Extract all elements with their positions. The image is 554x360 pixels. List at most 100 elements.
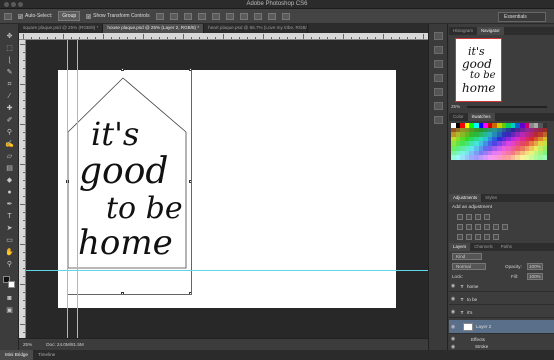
tab-layers[interactable]: Layers: [449, 243, 471, 251]
horizontal-ruler[interactable]: [19, 33, 428, 40]
photo-filter-icon[interactable]: [493, 224, 499, 230]
blend-mode-select[interactable]: Normal: [452, 263, 486, 270]
distribute-icon[interactable]: [239, 12, 248, 20]
swatches-grid[interactable]: [451, 123, 548, 160]
quick-select-tool-icon[interactable]: ✎: [5, 68, 14, 77]
artwork-text-home[interactable]: home: [78, 226, 173, 260]
zoom-level[interactable]: 25%: [23, 342, 32, 347]
visibility-eye-icon[interactable]: ◉: [449, 336, 457, 342]
clone-source-panel-icon[interactable]: [434, 116, 443, 124]
tab-paths[interactable]: Paths: [497, 243, 516, 251]
tab-channels[interactable]: Channels: [470, 243, 497, 251]
lasso-tool-icon[interactable]: ɭ: [5, 56, 14, 65]
workspace-switcher[interactable]: Essentials: [498, 12, 546, 22]
align-top-icon[interactable]: [155, 12, 164, 20]
guide-line[interactable]: [77, 40, 78, 338]
dodge-tool-icon[interactable]: ●: [5, 188, 14, 197]
guide-line[interactable]: [67, 40, 68, 338]
quick-mask-icon[interactable]: ◙: [5, 294, 14, 303]
path-selection-tool-icon[interactable]: ➤: [5, 224, 14, 233]
tab-histogram[interactable]: Histogram: [449, 27, 477, 35]
stroke-effect-label[interactable]: Stroke: [457, 344, 488, 349]
visibility-eye-icon[interactable]: ◉: [449, 296, 457, 302]
show-transform-option[interactable]: ✓ Show Transform Controls: [86, 13, 150, 19]
selective-color-icon[interactable]: [493, 234, 499, 240]
layer-row[interactable]: ◉ T home: [449, 281, 554, 292]
document-size[interactable]: Doc: 24.0M/81.5M: [46, 342, 84, 347]
threshold-icon[interactable]: [475, 234, 481, 240]
type-tool-icon[interactable]: T: [5, 212, 14, 221]
layer-name[interactable]: it's: [467, 310, 472, 315]
move-tool-preset-icon[interactable]: [4, 12, 12, 20]
tab-navigator[interactable]: Navigator: [477, 27, 504, 35]
pen-tool-icon[interactable]: ✒: [5, 200, 14, 209]
vibrance-icon[interactable]: [457, 224, 463, 230]
properties-panel-icon[interactable]: [434, 46, 443, 54]
brush-panel-icon[interactable]: [434, 102, 443, 110]
visibility-eye-icon[interactable]: ◉: [449, 283, 457, 289]
auto-align-icon[interactable]: [267, 12, 276, 20]
navigator-zoom-slider[interactable]: [467, 106, 547, 108]
auto-select-option[interactable]: ✓ Auto-Select:: [18, 13, 52, 19]
auto-select-checkbox[interactable]: ✓: [18, 13, 23, 19]
background-color-swatch[interactable]: [8, 281, 15, 288]
layer-effects-row[interactable]: ◉ Effects: [449, 335, 554, 343]
vertical-ruler[interactable]: [19, 40, 26, 338]
3d-mode-icon[interactable]: [281, 12, 290, 20]
align-middle-icon[interactable]: [169, 12, 178, 20]
screen-mode-icon[interactable]: ▣: [5, 306, 14, 315]
brush-tool-icon[interactable]: ✐: [5, 116, 14, 125]
document-tab[interactable]: square plaque.psd @ 25% (RGB/8) *: [19, 24, 104, 33]
channel-mixer-icon[interactable]: [502, 224, 508, 230]
layer-name[interactable]: home: [467, 284, 479, 289]
document-tab[interactable]: heart plaque.psd @ 66.7% (Love my tribe,…: [204, 24, 309, 33]
distribute-horizontal-icon[interactable]: [253, 12, 262, 20]
layer-filter-kind[interactable]: Kind: [452, 253, 482, 260]
effects-label[interactable]: Effects: [457, 337, 485, 342]
transform-handle[interactable]: [121, 68, 124, 71]
opacity-value[interactable]: 100%: [527, 263, 543, 270]
blur-tool-icon[interactable]: ◆: [5, 176, 14, 185]
tab-swatches[interactable]: Swatches: [467, 113, 495, 121]
tab-mini-bridge[interactable]: Mini Bridge: [0, 350, 33, 360]
layer-name[interactable]: Layer 2: [476, 324, 491, 329]
navigator-zoom[interactable]: 25%: [451, 104, 460, 109]
crop-tool-icon[interactable]: ⌗: [5, 80, 14, 89]
black-white-icon[interactable]: [484, 224, 490, 230]
zoom-tool-icon[interactable]: ⚲: [5, 260, 14, 269]
history-brush-tool-icon[interactable]: ✍: [5, 140, 14, 149]
exposure-icon[interactable]: [484, 214, 490, 220]
fill-value[interactable]: 100%: [527, 273, 543, 280]
tab-styles[interactable]: Styles: [481, 194, 501, 202]
history-panel-icon[interactable]: [434, 32, 443, 40]
align-left-icon[interactable]: [197, 12, 206, 20]
document-tab-active[interactable]: house plaque.psd @ 25% (Layer 2, RGB/8) …: [103, 24, 205, 33]
move-tool-icon[interactable]: ✥: [5, 32, 14, 41]
healing-brush-tool-icon[interactable]: ✚: [5, 104, 14, 113]
tab-color[interactable]: Color: [449, 113, 468, 121]
document-canvas[interactable]: it's good to be home: [58, 68, 396, 308]
eraser-tool-icon[interactable]: ▱: [5, 152, 14, 161]
color-balance-icon[interactable]: [475, 224, 481, 230]
tab-timeline[interactable]: Timeline: [33, 350, 60, 360]
guide-line[interactable]: [26, 270, 428, 271]
eyedropper-tool-icon[interactable]: ⁄: [5, 92, 14, 101]
invert-icon[interactable]: [457, 234, 463, 240]
layer-name[interactable]: to be: [467, 297, 477, 302]
show-transform-checkbox[interactable]: ✓: [86, 13, 92, 19]
hand-tool-icon[interactable]: ✋: [5, 248, 14, 257]
artwork-text-its[interactable]: it's: [91, 118, 139, 150]
swatch[interactable]: [542, 155, 548, 160]
clone-stamp-tool-icon[interactable]: ⚲: [5, 128, 14, 137]
posterize-icon[interactable]: [466, 234, 472, 240]
levels-icon[interactable]: [466, 214, 472, 220]
visibility-eye-icon[interactable]: ◉: [449, 324, 457, 330]
align-right-icon[interactable]: [225, 12, 234, 20]
artwork-text-good[interactable]: good: [79, 154, 168, 190]
hue-saturation-icon[interactable]: [466, 224, 472, 230]
gradient-map-icon[interactable]: [484, 234, 490, 240]
brightness-contrast-icon[interactable]: [457, 214, 463, 220]
paragraph-panel-icon[interactable]: [434, 88, 443, 96]
gradient-tool-icon[interactable]: ▤: [5, 164, 14, 173]
layer-row[interactable]: ◉ T to be: [449, 294, 554, 305]
